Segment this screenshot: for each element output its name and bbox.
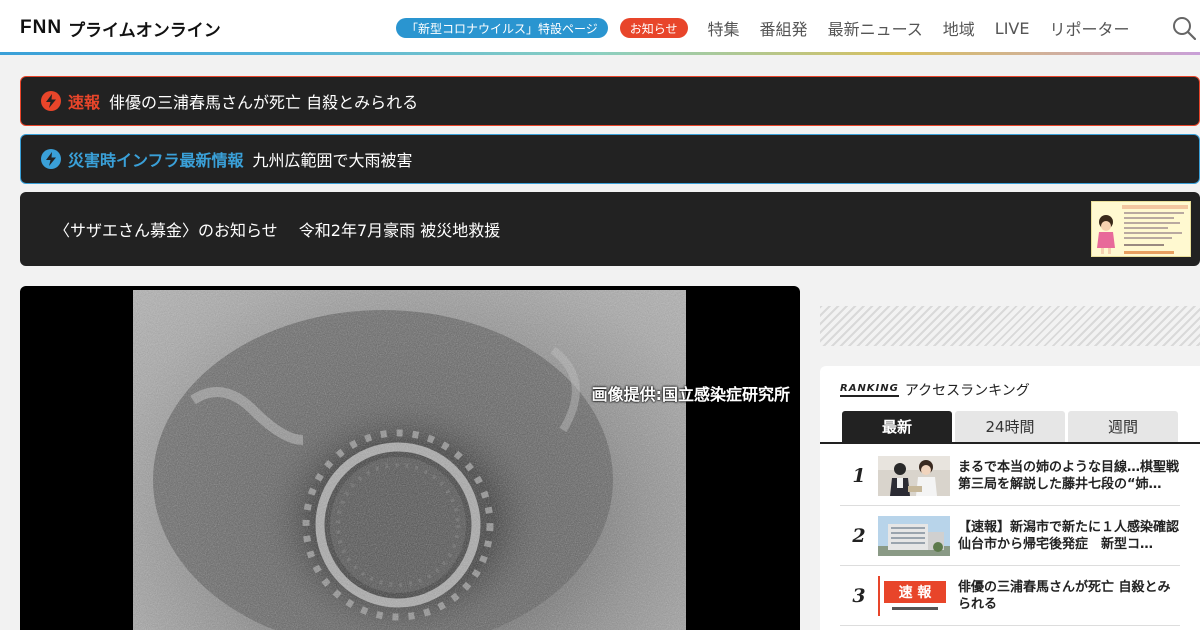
nav-item-latest-news[interactable]: 最新ニュース <box>828 16 923 40</box>
ad-placeholder <box>820 306 1200 346</box>
tabs-underline <box>820 442 1200 444</box>
ranking-thumbnail[interactable] <box>878 515 950 556</box>
rank-number: 1 <box>852 464 866 487</box>
breaking-headline[interactable]: 俳優の三浦春馬さんが死亡 自殺とみられる <box>109 89 418 113</box>
ranking-item[interactable]: 1 まるで本当の姉のような目線…棋聖戦第三局を解説した藤井七段の“姉… <box>840 446 1180 506</box>
logo-prime-online-text: プライムオンライン <box>68 20 221 41</box>
rank-number: 2 <box>852 524 866 547</box>
ranking-item[interactable]: 2 【速報】新潟市で新たに１人感染確認 仙台市から帰宅後発症 新型コ… <box>840 506 1180 566</box>
ranking-title[interactable]: まるで本当の姉のような目線…棋聖戦第三局を解説した藤井七段の“姉… <box>958 459 1180 493</box>
ranking-heading: RANKING アクセスランキング <box>840 380 1030 400</box>
disaster-label: 災害時インフラ最新情報 <box>68 151 244 170</box>
thumb-logo-line <box>892 606 938 610</box>
ranking-thumbnail[interactable] <box>878 455 950 496</box>
rank-number: 3 <box>852 584 866 607</box>
ranking-tabs: 最新 24時間 週間 <box>842 411 1178 442</box>
fnn-logo[interactable]: FNN プライムオンライン <box>20 16 221 41</box>
ranking-label-jp: アクセスランキング <box>904 383 1030 399</box>
nav-item-features[interactable]: 特集 <box>708 16 740 40</box>
lightning-icon <box>41 91 61 111</box>
nav-item-reporter[interactable]: リポーター <box>1049 16 1129 40</box>
disaster-headline[interactable]: 九州広範囲で大雨被害 <box>253 147 413 171</box>
article-hero-image[interactable]: 画像提供:国立感染症研究所 <box>20 286 800 630</box>
access-ranking-panel: RANKING アクセスランキング 最新 24時間 週間 1 まるで本当の姉のよ… <box>820 366 1200 630</box>
main-nav: 「新型コロナウイルス」特設ページ お知らせ 特集 番組発 最新ニュース 地域 L… <box>396 14 1129 42</box>
breaking-label: 速報 <box>68 93 101 112</box>
tab-weekly[interactable]: 週間 <box>1068 411 1178 442</box>
ranking-title[interactable]: 【速報】新潟市で新たに１人感染確認 仙台市から帰宅後発症 新型コ… <box>958 519 1180 553</box>
tab-latest[interactable]: 最新 <box>842 411 952 442</box>
lightning-icon <box>41 149 61 169</box>
header-gradient-divider <box>0 52 1200 55</box>
nav-item-region[interactable]: 地域 <box>943 16 975 40</box>
sazae-fundraiser-text[interactable]: 〈サザエさん募金〉のお知らせ 令和2年7月豪雨 被災地救援 <box>54 217 500 241</box>
ranking-list: 1 まるで本当の姉のような目線…棋聖戦第三局を解説した藤井七段の“姉… 2 【速… <box>840 446 1180 626</box>
disaster-info-banner[interactable]: 災害時インフラ最新情報 九州広範囲で大雨被害 <box>20 134 1200 184</box>
breaking-news-banner[interactable]: 速報 俳優の三浦春馬さんが死亡 自殺とみられる <box>20 76 1200 126</box>
ranking-thumbnail[interactable]: 速 報 <box>878 575 950 616</box>
nav-item-programs[interactable]: 番組発 <box>760 16 808 40</box>
nav-item-live[interactable]: LIVE <box>995 19 1030 38</box>
notice-link[interactable]: お知らせ <box>619 18 688 38</box>
tab-24-hours[interactable]: 24時間 <box>955 411 1065 442</box>
virus-micrograph <box>133 290 686 630</box>
sazae-fundraiser-thumbnail[interactable] <box>1091 201 1191 257</box>
sazae-fundraiser-banner[interactable]: 〈サザエさん募金〉のお知らせ 令和2年7月豪雨 被災地救援 <box>20 192 1200 266</box>
logo-fnn-text: FNN <box>20 17 63 38</box>
breaking-thumb-label: 速 報 <box>884 580 946 603</box>
ranking-title[interactable]: 俳優の三浦春馬さんが死亡 自殺とみられる <box>958 579 1180 613</box>
search-icon[interactable] <box>1172 16 1196 40</box>
corona-special-link[interactable]: 「新型コロナウイルス」特設ページ <box>396 18 608 38</box>
image-credit: 画像提供:国立感染症研究所 <box>591 385 790 404</box>
ranking-item[interactable]: 3 速 報 俳優の三浦春馬さんが死亡 自殺とみられる <box>840 566 1180 626</box>
ranking-label-en: RANKING <box>840 383 899 397</box>
site-header: FNN プライムオンライン 「新型コロナウイルス」特設ページ お知らせ 特集 番… <box>0 0 1200 55</box>
